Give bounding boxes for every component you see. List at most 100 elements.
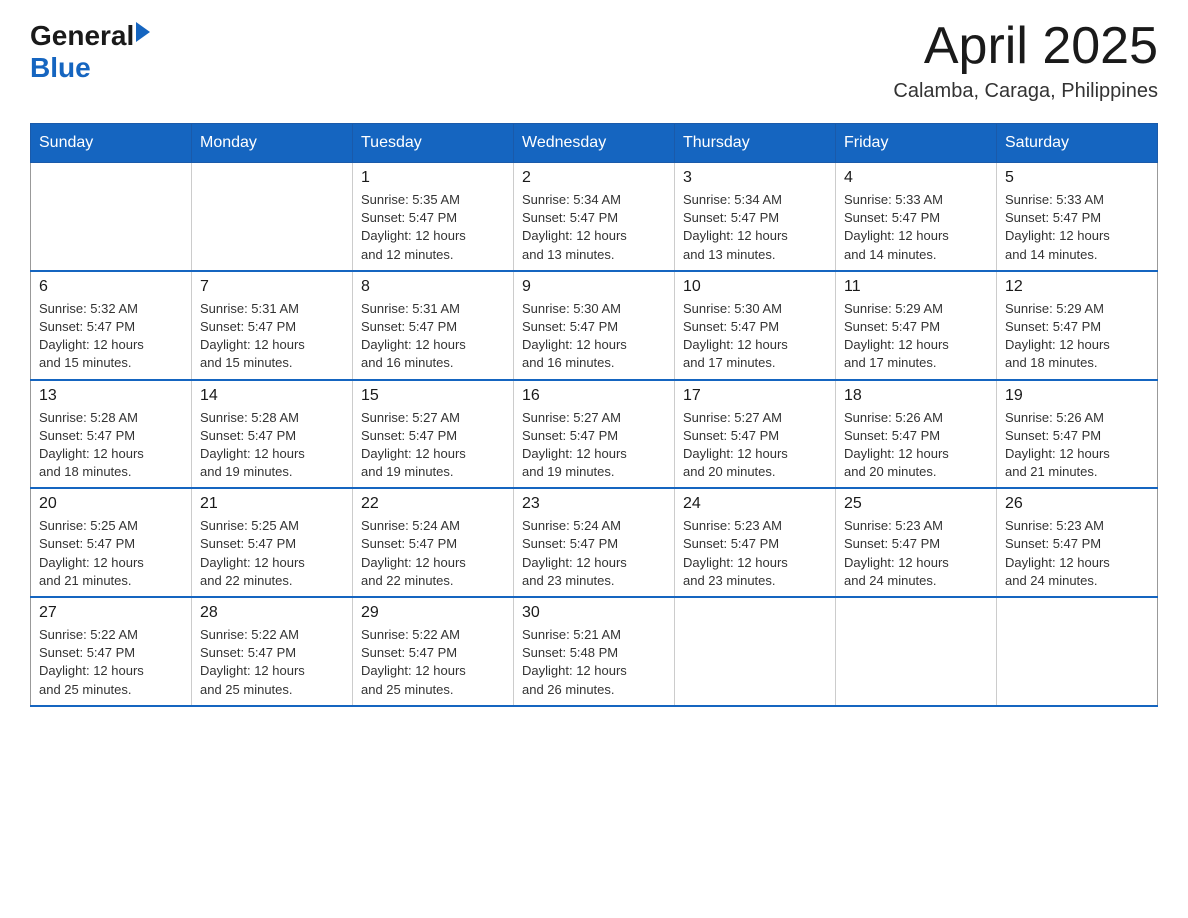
day-info: Sunrise: 5:25 AMSunset: 5:47 PMDaylight:… <box>39 517 183 590</box>
calendar-cell: 3 Sunrise: 5:34 AMSunset: 5:47 PMDaylight… <box>675 163 836 271</box>
calendar-cell: 22 Sunrise: 5:24 AMSunset: 5:47 PMDayligh… <box>353 488 514 597</box>
calendar-cell: 9Sunrise: 5:30 AMSunset: 5:47 PMDaylight… <box>514 271 675 380</box>
calendar-cell: 5Sunrise: 5:33 AMSunset: 5:47 PMDaylight… <box>997 163 1158 271</box>
calendar-week-row: 27Sunrise: 5:22 AMSunset: 5:47 PMDayligh… <box>31 597 1158 706</box>
day-info: Sunrise: 5:30 AMSunset: 5:47 PMDaylight:… <box>683 300 827 373</box>
calendar-cell <box>192 163 353 271</box>
day-number: 15 <box>361 387 505 405</box>
day-info: Sunrise: 5:23 AMSunset: 5:47 PMDaylight:… <box>1005 517 1149 590</box>
day-info: Sunrise: 5:26 AMSunset: 5:47 PMDaylight:… <box>844 409 988 482</box>
calendar-week-row: 13Sunrise: 5:28 AMSunset: 5:47 PMDayligh… <box>31 380 1158 489</box>
day-info: Sunrise: 5:31 AMSunset: 5:47 PMDaylight:… <box>361 300 505 373</box>
day-number: 17 <box>683 387 827 405</box>
day-number: 30 <box>522 604 666 622</box>
day-number: 19 <box>1005 387 1149 405</box>
calendar-cell: 30 Sunrise: 5:21 AMSunset: 5:48 PMDayligh… <box>514 597 675 706</box>
day-info: Sunrise: 5:22 AMSunset: 5:47 PMDaylight:… <box>200 626 344 699</box>
day-number: 22 <box>361 495 505 513</box>
logo-general-text: General <box>30 20 134 52</box>
day-info: Sunrise: 5:28 AMSunset: 5:47 PMDaylight:… <box>39 409 183 482</box>
day-number: 7 <box>200 278 344 296</box>
day-number: 14 <box>200 387 344 405</box>
logo-blue-text: Blue <box>30 52 91 83</box>
day-number: 2 <box>522 169 666 187</box>
day-info: Sunrise: 5:35 AMSunset: 5:47 PMDaylight:… <box>361 191 505 264</box>
calendar-cell: 26 Sunrise: 5:23 AMSunset: 5:47 PMDayligh… <box>997 488 1158 597</box>
day-info: Sunrise: 5:21 AMSunset: 5:48 PMDaylight:… <box>522 626 666 699</box>
calendar-cell: 6 Sunrise: 5:32 AMSunset: 5:47 PMDaylight… <box>31 271 192 380</box>
day-info: Sunrise: 5:29 AMSunset: 5:47 PMDaylight:… <box>1005 300 1149 373</box>
day-number: 29 <box>361 604 505 622</box>
day-number: 18 <box>844 387 988 405</box>
day-number: 9 <box>522 278 666 296</box>
calendar-cell: 10 Sunrise: 5:30 AMSunset: 5:47 PMDayligh… <box>675 271 836 380</box>
day-number: 28 <box>200 604 344 622</box>
calendar-week-row: 1Sunrise: 5:35 AMSunset: 5:47 PMDaylight… <box>31 163 1158 271</box>
calendar-cell <box>675 597 836 706</box>
day-number: 26 <box>1005 495 1149 513</box>
day-info: Sunrise: 5:29 AMSunset: 5:47 PMDaylight:… <box>844 300 988 373</box>
day-info: Sunrise: 5:34 AMSunset: 5:47 PMDaylight:… <box>683 191 827 264</box>
day-info: Sunrise: 5:32 AMSunset: 5:47 PMDaylight:… <box>39 300 183 373</box>
calendar-day-header: Wednesday <box>514 124 675 163</box>
calendar-cell: 21Sunrise: 5:25 AMSunset: 5:47 PMDayligh… <box>192 488 353 597</box>
calendar-cell: 14 Sunrise: 5:28 AMSunset: 5:47 PMDayligh… <box>192 380 353 489</box>
calendar-cell: 25 Sunrise: 5:23 AMSunset: 5:47 PMDayligh… <box>836 488 997 597</box>
calendar-cell: 17 Sunrise: 5:27 AMSunset: 5:47 PMDayligh… <box>675 380 836 489</box>
day-info: Sunrise: 5:24 AMSunset: 5:47 PMDaylight:… <box>361 517 505 590</box>
day-number: 10 <box>683 278 827 296</box>
calendar-day-header: Thursday <box>675 124 836 163</box>
location-title: Calamba, Caraga, Philippines <box>893 80 1158 103</box>
calendar-day-header: Tuesday <box>353 124 514 163</box>
day-info: Sunrise: 5:28 AMSunset: 5:47 PMDaylight:… <box>200 409 344 482</box>
calendar-cell: 4 Sunrise: 5:33 AMSunset: 5:47 PMDaylight… <box>836 163 997 271</box>
calendar-cell: 27Sunrise: 5:22 AMSunset: 5:47 PMDayligh… <box>31 597 192 706</box>
day-number: 3 <box>683 169 827 187</box>
day-number: 5 <box>1005 169 1149 187</box>
calendar-day-header: Friday <box>836 124 997 163</box>
day-info: Sunrise: 5:22 AMSunset: 5:47 PMDaylight:… <box>361 626 505 699</box>
day-number: 16 <box>522 387 666 405</box>
day-info: Sunrise: 5:31 AMSunset: 5:47 PMDaylight:… <box>200 300 344 373</box>
title-area: April 2025 Calamba, Caraga, Philippines <box>893 20 1158 103</box>
calendar-cell: 29 Sunrise: 5:22 AMSunset: 5:47 PMDayligh… <box>353 597 514 706</box>
calendar-cell: 1Sunrise: 5:35 AMSunset: 5:47 PMDaylight… <box>353 163 514 271</box>
day-info: Sunrise: 5:34 AMSunset: 5:47 PMDaylight:… <box>522 191 666 264</box>
calendar-cell <box>836 597 997 706</box>
day-number: 23 <box>522 495 666 513</box>
day-number: 24 <box>683 495 827 513</box>
logo-arrow-icon <box>136 22 150 42</box>
day-info: Sunrise: 5:26 AMSunset: 5:47 PMDaylight:… <box>1005 409 1149 482</box>
calendar-cell: 2 Sunrise: 5:34 AMSunset: 5:47 PMDaylight… <box>514 163 675 271</box>
calendar-cell: 11Sunrise: 5:29 AMSunset: 5:47 PMDayligh… <box>836 271 997 380</box>
day-info: Sunrise: 5:33 AMSunset: 5:47 PMDaylight:… <box>844 191 988 264</box>
calendar-cell: 24 Sunrise: 5:23 AMSunset: 5:47 PMDayligh… <box>675 488 836 597</box>
day-info: Sunrise: 5:24 AMSunset: 5:47 PMDaylight:… <box>522 517 666 590</box>
day-number: 6 <box>39 278 183 296</box>
calendar-day-header: Monday <box>192 124 353 163</box>
calendar-cell: 19 Sunrise: 5:26 AMSunset: 5:47 PMDayligh… <box>997 380 1158 489</box>
calendar-day-header: Saturday <box>997 124 1158 163</box>
calendar-cell: 23 Sunrise: 5:24 AMSunset: 5:47 PMDayligh… <box>514 488 675 597</box>
calendar-cell: 28 Sunrise: 5:22 AMSunset: 5:47 PMDayligh… <box>192 597 353 706</box>
month-title: April 2025 <box>893 20 1158 72</box>
calendar-cell: 16Sunrise: 5:27 AMSunset: 5:47 PMDayligh… <box>514 380 675 489</box>
logo: General Blue <box>30 20 150 84</box>
calendar-cell: 8Sunrise: 5:31 AMSunset: 5:47 PMDaylight… <box>353 271 514 380</box>
day-info: Sunrise: 5:23 AMSunset: 5:47 PMDaylight:… <box>844 517 988 590</box>
calendar-cell: 18 Sunrise: 5:26 AMSunset: 5:47 PMDayligh… <box>836 380 997 489</box>
calendar-cell: 20 Sunrise: 5:25 AMSunset: 5:47 PMDayligh… <box>31 488 192 597</box>
day-number: 20 <box>39 495 183 513</box>
day-info: Sunrise: 5:27 AMSunset: 5:47 PMDaylight:… <box>683 409 827 482</box>
calendar-cell: 12 Sunrise: 5:29 AMSunset: 5:47 PMDayligh… <box>997 271 1158 380</box>
day-number: 25 <box>844 495 988 513</box>
day-info: Sunrise: 5:22 AMSunset: 5:47 PMDaylight:… <box>39 626 183 699</box>
day-info: Sunrise: 5:23 AMSunset: 5:47 PMDaylight:… <box>683 517 827 590</box>
calendar-cell <box>31 163 192 271</box>
day-number: 12 <box>1005 278 1149 296</box>
day-info: Sunrise: 5:27 AMSunset: 5:47 PMDaylight:… <box>361 409 505 482</box>
day-number: 4 <box>844 169 988 187</box>
calendar-week-row: 20 Sunrise: 5:25 AMSunset: 5:47 PMDayligh… <box>31 488 1158 597</box>
calendar-cell: 13Sunrise: 5:28 AMSunset: 5:47 PMDayligh… <box>31 380 192 489</box>
calendar-cell: 15 Sunrise: 5:27 AMSunset: 5:47 PMDayligh… <box>353 380 514 489</box>
